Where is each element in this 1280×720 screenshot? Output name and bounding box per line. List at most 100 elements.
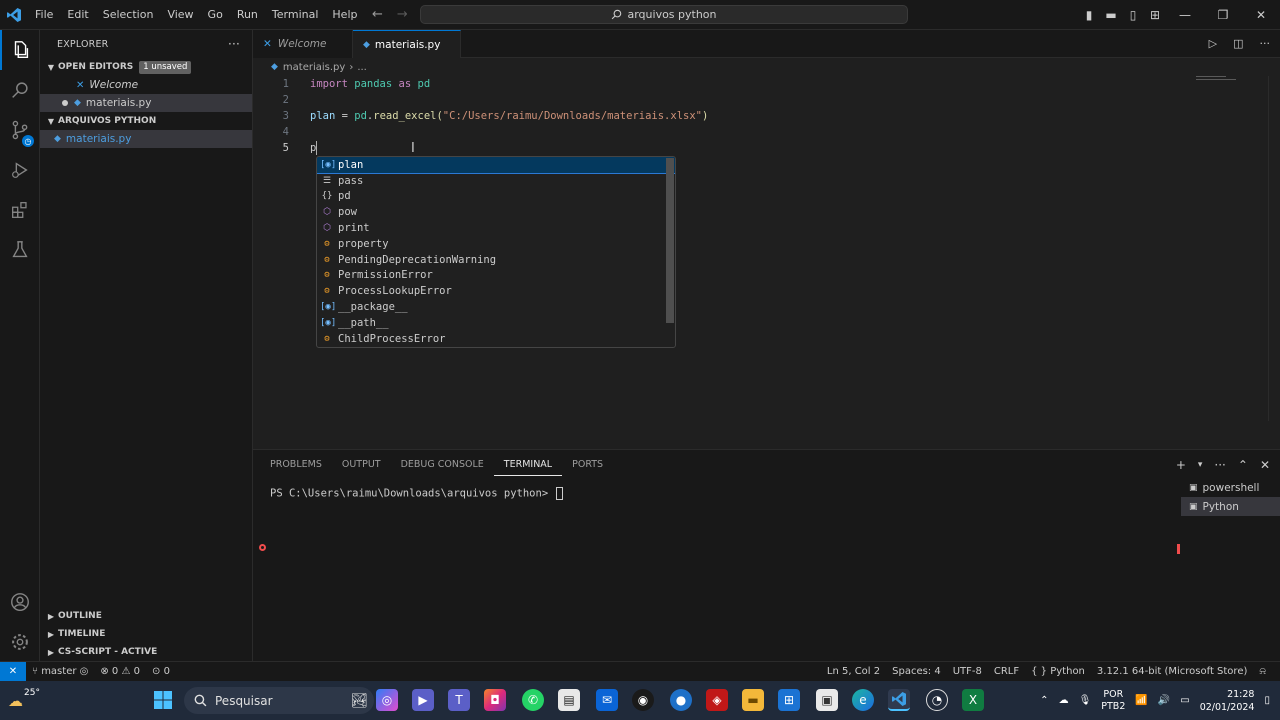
close-icon[interactable]: ✕	[1242, 0, 1280, 30]
terminal-item-powershell[interactable]: ▣ powershell	[1181, 478, 1280, 497]
file-explorer-icon[interactable]: ▬	[742, 689, 764, 711]
menu-file[interactable]: File	[28, 0, 60, 30]
weather-widget[interactable]: ☁ 25°	[8, 686, 40, 714]
outline-section[interactable]: ▶ OUTLINE	[40, 607, 253, 625]
edge-icon[interactable]: e	[852, 689, 874, 711]
suggestion-item[interactable]: ⚙ ProcessLookupError	[317, 283, 675, 299]
clock[interactable]: 21:28 02/01/2024	[1200, 688, 1255, 714]
menu-run[interactable]: Run	[230, 0, 265, 30]
tab-debug-console[interactable]: DEBUG CONSOLE	[391, 450, 494, 480]
indentation[interactable]: Spaces: 4	[886, 662, 947, 682]
menu-terminal[interactable]: Terminal	[265, 0, 326, 30]
chevron-down-icon[interactable]: ▾	[1198, 450, 1203, 480]
suggestion-item[interactable]: {} pd	[317, 189, 675, 205]
news-icon[interactable]: ▤	[558, 689, 580, 711]
microsoft-store-icon[interactable]: ⊞	[778, 689, 800, 711]
tab-welcome[interactable]: ✕ Welcome	[253, 30, 353, 58]
timeline-section[interactable]: ▶ TIMELINE	[40, 625, 253, 643]
suggestion-item[interactable]: ⬡ print	[317, 220, 675, 236]
suggestion-item[interactable]: [◉] plan	[317, 157, 675, 174]
cs-script-section[interactable]: ▶ CS-SCRIPT - ACTIVE	[40, 643, 253, 661]
menu-help[interactable]: Help	[325, 0, 364, 30]
suggestions-scrollbar[interactable]	[666, 158, 674, 323]
taskbar-search[interactable]: Pesquisar 🏞	[184, 687, 374, 714]
more-actions-icon[interactable]: ···	[1214, 450, 1225, 480]
menu-view[interactable]: View	[160, 0, 200, 30]
maximize-icon[interactable]: ❐	[1204, 0, 1242, 30]
editor-scrollbar[interactable]	[1268, 76, 1280, 421]
open-editor-materiais[interactable]: ◆ materiais.py	[40, 94, 252, 112]
testing-icon[interactable]	[0, 230, 40, 270]
remote-indicator-icon[interactable]: ✕	[0, 661, 26, 682]
toggle-panel-icon[interactable]: ▬	[1104, 0, 1118, 30]
input-language[interactable]: POR PTB2	[1101, 689, 1125, 713]
forward-arrow-icon[interactable]: →	[397, 0, 408, 30]
search-icon[interactable]	[0, 70, 40, 110]
breadcrumb-file[interactable]: materiais.py	[283, 62, 345, 73]
cloud-icon[interactable]: ☁	[1059, 695, 1069, 706]
back-arrow-icon[interactable]: ←	[372, 0, 383, 30]
obs-icon[interactable]: ◔	[926, 689, 948, 711]
file-materiais[interactable]: ◆ materiais.py	[40, 130, 252, 148]
terminal-output[interactable]: PS C:\Users\raimu\Downloads\arquivos pyt…	[270, 487, 564, 500]
menu-edit[interactable]: Edit	[60, 0, 95, 30]
extensions-icon[interactable]	[0, 190, 40, 230]
notifications-bell-icon[interactable]: ⍾	[1253, 662, 1272, 682]
command-center-search[interactable]: arquivos python	[420, 5, 908, 24]
suggestion-item[interactable]: ⚙ ChildProcessError	[317, 331, 675, 347]
maximize-panel-icon[interactable]: ⌃	[1238, 450, 1248, 480]
breadcrumb-symbol[interactable]: ...	[357, 62, 367, 73]
menu-go[interactable]: Go	[201, 0, 230, 30]
open-editors-section[interactable]: ▼ OPEN EDITORS 1 unsaved	[40, 58, 252, 76]
explorer-icon[interactable]	[0, 30, 40, 70]
more-actions-icon[interactable]: ···	[228, 37, 240, 51]
encoding[interactable]: UTF-8	[947, 662, 988, 682]
toggle-primary-sidebar-icon[interactable]: ▮	[1082, 0, 1096, 30]
cursor-position[interactable]: Ln 5, Col 2	[821, 662, 886, 682]
minimize-icon[interactable]: —	[1166, 0, 1204, 30]
tab-ports[interactable]: PORTS	[562, 450, 613, 480]
copilot-icon[interactable]: ◎	[376, 689, 398, 711]
open-editor-welcome[interactable]: ✕ Welcome	[40, 76, 252, 94]
tab-materiais[interactable]: ◆ materiais.py	[353, 30, 461, 58]
split-editor-icon[interactable]: ◫	[1233, 30, 1243, 58]
whatsapp-icon[interactable]: ✆	[522, 689, 544, 711]
microphone-icon[interactable]: 🎙	[1079, 695, 1092, 706]
source-control-icon[interactable]: ◷	[0, 110, 40, 150]
suggestion-item[interactable]: [◉] __path__	[317, 315, 675, 331]
support-assist-icon[interactable]: ●	[670, 689, 692, 711]
account-icon[interactable]	[0, 582, 40, 622]
teams-chat-icon[interactable]: T	[448, 689, 470, 711]
tab-problems[interactable]: PROBLEMS	[260, 450, 332, 480]
end-of-line[interactable]: CRLF	[988, 662, 1025, 682]
branch-indicator[interactable]: ⑂ master ◎	[26, 666, 94, 677]
settings-gear-icon[interactable]	[0, 622, 40, 662]
python-interpreter[interactable]: 3.12.1 64-bit (Microsoft Store)	[1091, 662, 1253, 682]
folder-section[interactable]: ▼ ARQUIVOS PYTHON	[40, 112, 252, 130]
excel-icon[interactable]: X	[962, 689, 984, 711]
suggestion-item[interactable]: [◉] __package__	[317, 299, 675, 315]
suggestion-item[interactable]: ⚙ PermissionError	[317, 268, 675, 284]
command-error-decoration-icon[interactable]	[259, 544, 266, 551]
terminal-item-python[interactable]: ▣ Python	[1181, 497, 1280, 516]
show-hidden-icons-icon[interactable]: ⌃	[1040, 695, 1048, 706]
toggle-secondary-sidebar-icon[interactable]: ▯	[1126, 0, 1140, 30]
minimap[interactable]	[1196, 76, 1236, 82]
run-debug-icon[interactable]	[0, 150, 40, 190]
mcafee-icon[interactable]: ◈	[706, 689, 728, 711]
tab-terminal[interactable]: TERMINAL	[493, 456, 563, 476]
close-panel-icon[interactable]: ✕	[1260, 450, 1270, 480]
new-terminal-icon[interactable]: +	[1176, 450, 1186, 480]
instagram-icon[interactable]: ◘	[484, 689, 506, 711]
code-view[interactable]: 1 import pandas as pd 2 3 plan = pd.read…	[253, 76, 1280, 156]
menu-selection[interactable]: Selection	[96, 0, 161, 30]
run-python-file-icon[interactable]: ▷	[1209, 30, 1217, 58]
suggestion-item[interactable]: ⚙ property	[317, 236, 675, 252]
problems-indicator[interactable]: ⊗ 0 ⚠ 0	[94, 666, 146, 677]
ports-indicator[interactable]: ⊙ 0	[146, 666, 176, 677]
suggestion-item[interactable]: ⬡ pow	[317, 204, 675, 220]
vscode-taskbar-icon[interactable]	[888, 689, 910, 711]
suggestion-item[interactable]: ☰ pass	[317, 173, 675, 189]
mail-icon[interactable]: ✉	[596, 689, 618, 711]
notifications-icon[interactable]: ▯	[1264, 695, 1270, 706]
